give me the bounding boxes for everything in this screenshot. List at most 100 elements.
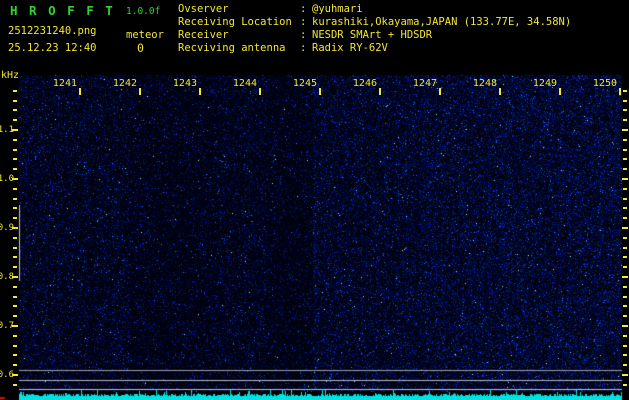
freq-major-tick — [12, 178, 18, 180]
time-tick — [259, 88, 261, 95]
time-label: 1248 — [473, 78, 497, 89]
freq-minor-tick-right — [623, 168, 627, 170]
freq-minor-tick — [13, 286, 17, 288]
info-row-value: @yuhmari — [312, 3, 363, 16]
freq-major-tick — [12, 276, 18, 278]
time-label: 1245 — [293, 78, 317, 89]
time-tick — [499, 88, 501, 95]
app-title: H R O F F T — [10, 3, 115, 18]
info-row-label: Ovserver — [178, 3, 300, 16]
freq-major-tick-right — [622, 276, 628, 278]
freq-minor-tick — [13, 354, 17, 356]
output-filename: 2512231240.png — [8, 25, 97, 37]
freq-minor-tick-right — [623, 296, 627, 298]
info-row: Receiving Location: kurashiki,Okayama,JAP… — [178, 16, 571, 29]
freq-minor-tick — [13, 139, 17, 141]
freq-minor-tick — [13, 100, 17, 102]
freq-minor-tick-right — [623, 256, 627, 258]
freq-minor-tick-right — [623, 149, 627, 151]
freq-minor-tick — [13, 364, 17, 366]
datetime: 25.12.23 12:40 — [8, 42, 97, 54]
info-row-label: Recviving antenna — [178, 42, 300, 55]
time-label: 1249 — [533, 78, 557, 89]
freq-minor-tick-right — [623, 335, 627, 337]
freq-minor-tick-right — [623, 237, 627, 239]
freq-minor-tick-right — [623, 305, 627, 307]
freq-minor-tick-right — [623, 119, 627, 121]
freq-major-tick-right — [622, 129, 628, 131]
time-tick — [439, 88, 441, 95]
freq-major-tick — [12, 129, 18, 131]
freq-minor-tick — [13, 335, 17, 337]
freq-minor-tick-right — [623, 139, 627, 141]
freq-major-tick-right — [622, 227, 628, 229]
time-label: 1244 — [233, 78, 257, 89]
freq-minor-tick — [13, 315, 17, 317]
info-row: Receiver: NESDR SMArt + HDSDR — [178, 29, 571, 42]
freq-minor-tick-right — [623, 364, 627, 366]
time-label: 1241 — [53, 78, 77, 89]
time-label: 1242 — [113, 78, 137, 89]
time-tick — [559, 88, 561, 95]
freq-major-tick — [12, 374, 18, 376]
info-row-label: Receiver — [178, 29, 300, 42]
freq-minor-tick — [13, 149, 17, 151]
info-row-label: Receiving Location — [178, 16, 300, 29]
freq-major-tick — [12, 325, 18, 327]
freq-minor-tick — [13, 168, 17, 170]
freq-minor-tick — [13, 109, 17, 111]
freq-minor-tick-right — [623, 286, 627, 288]
freq-minor-tick-right — [623, 158, 627, 160]
freq-minor-tick — [13, 345, 17, 347]
freq-major-tick-right — [622, 374, 628, 376]
freq-minor-tick — [13, 90, 17, 92]
freq-minor-tick-right — [623, 90, 627, 92]
meteor-label: meteor — [126, 29, 164, 41]
freq-minor-tick-right — [623, 109, 627, 111]
spectrogram-canvas — [0, 0, 629, 400]
freq-minor-tick-right — [623, 315, 627, 317]
time-label: 1243 — [173, 78, 197, 89]
freq-minor-tick-right — [623, 188, 627, 190]
freq-minor-tick-right — [623, 207, 627, 209]
freq-minor-tick — [13, 198, 17, 200]
info-row-colon: : — [300, 16, 312, 29]
info-row-value: NESDR SMArt + HDSDR — [312, 29, 432, 42]
meteor-count: 0 — [137, 41, 144, 55]
info-row-colon: : — [300, 29, 312, 42]
time-tick — [199, 88, 201, 95]
info-row-value: Radix RY-62V — [312, 42, 388, 55]
freq-minor-tick-right — [623, 247, 627, 249]
time-tick — [79, 88, 81, 95]
freq-minor-tick-right — [623, 217, 627, 219]
freq-minor-tick-right — [623, 345, 627, 347]
freq-minor-tick — [13, 188, 17, 190]
freq-minor-tick — [13, 247, 17, 249]
freq-major-tick-right — [622, 178, 628, 180]
freq-minor-tick — [13, 217, 17, 219]
freq-minor-tick — [13, 266, 17, 268]
info-row-value: kurashiki,Okayama,JAPAN (133.77E, 34.58N… — [312, 16, 571, 29]
info-row: Ovserver: @yuhmari — [178, 3, 571, 16]
info-row: Recviving antenna: Radix RY-62V — [178, 42, 571, 55]
freq-minor-tick-right — [623, 198, 627, 200]
time-label: 1246 — [353, 78, 377, 89]
time-tick — [379, 88, 381, 95]
freq-minor-tick-right — [623, 384, 627, 386]
time-label: 1250 — [593, 78, 617, 89]
time-tick — [619, 88, 621, 95]
freq-major-tick — [12, 227, 18, 229]
freq-minor-tick — [13, 207, 17, 209]
freq-minor-tick — [13, 384, 17, 386]
freq-minor-tick — [13, 119, 17, 121]
khz-axis-label: kHz — [1, 70, 19, 81]
time-tick — [319, 88, 321, 95]
hrofft-screen: H R O F F T 1.0.0f 2512231240.png meteor… — [0, 0, 629, 400]
freq-minor-tick — [13, 237, 17, 239]
freq-minor-tick-right — [623, 266, 627, 268]
freq-minor-tick — [13, 256, 17, 258]
freq-minor-tick-right — [623, 354, 627, 356]
freq-major-tick-right — [622, 325, 628, 327]
freq-minor-tick — [13, 296, 17, 298]
freq-minor-tick-right — [623, 100, 627, 102]
